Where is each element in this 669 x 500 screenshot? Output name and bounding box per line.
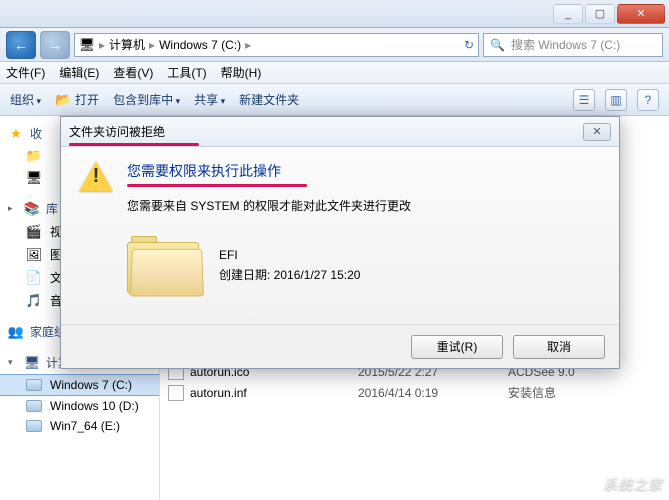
new-folder-button[interactable]: 新建文件夹	[239, 91, 299, 108]
breadcrumb-sep: ▸	[149, 38, 155, 52]
breadcrumb-computer[interactable]: 计算机	[109, 36, 145, 53]
menu-edit[interactable]: 编辑(E)	[59, 64, 99, 81]
expand-icon: ▾	[8, 357, 18, 368]
computer-icon: 🖥	[79, 37, 95, 53]
folder-name: EFI	[219, 245, 360, 265]
search-icon: 🔍	[490, 38, 505, 52]
folder-icon: 📁	[26, 148, 42, 164]
breadcrumb-drive[interactable]: Windows 7 (C:)	[159, 38, 241, 52]
open-button[interactable]: 📂打开	[55, 91, 99, 108]
cancel-button[interactable]: 取消	[513, 335, 605, 359]
retry-button[interactable]: 重试(R)	[411, 335, 503, 359]
refresh-button[interactable]: ↻	[464, 38, 474, 52]
menu-file[interactable]: 文件(F)	[6, 64, 45, 81]
address-bar[interactable]: 🖥 ▸ 计算机 ▸ Windows 7 (C:) ▸ ↻	[74, 33, 479, 57]
star-icon: ★	[8, 126, 24, 142]
warning-icon: !	[79, 161, 113, 195]
computer-icon: 🖥	[24, 355, 40, 371]
highlight-underline	[69, 143, 199, 146]
homegroup-icon: 👥	[8, 324, 24, 340]
back-button[interactable]: ←	[6, 31, 36, 59]
share-button[interactable]: 共享	[194, 91, 225, 108]
breadcrumb-sep: ▸	[245, 38, 251, 52]
menu-help[interactable]: 帮助(H)	[221, 64, 262, 81]
view-mode-button[interactable]: ☰	[573, 89, 595, 111]
desktop-icon: 🖥	[26, 170, 42, 186]
dialog-heading: 您需要权限来执行此操作	[127, 161, 411, 181]
dialog-message: 您需要来自 SYSTEM 的权限才能对此文件夹进行更改	[127, 197, 411, 214]
help-button[interactable]: ?	[637, 89, 659, 111]
forward-button[interactable]: →	[40, 31, 70, 59]
drive-icon	[26, 420, 42, 432]
open-icon: 📂	[55, 92, 71, 108]
video-icon: 🎬	[26, 224, 42, 240]
file-name: autorun.inf	[190, 386, 247, 400]
watermark: 系统之家	[603, 474, 663, 494]
maximize-button[interactable]: ▢	[585, 4, 615, 24]
sidebar-drive-e[interactable]: Win7_64 (E:)	[0, 416, 159, 436]
sidebar-drive-d[interactable]: Windows 10 (D:)	[0, 396, 159, 416]
access-denied-dialog: 文件夹访问被拒绝 ✕ ! 您需要权限来执行此操作 您需要来自 SYSTEM 的权…	[60, 116, 620, 369]
sidebar-drive-c[interactable]: Windows 7 (C:)	[0, 374, 159, 396]
folder-icon	[127, 234, 203, 296]
picture-icon: 🖼	[26, 247, 42, 263]
search-input[interactable]: 🔍 搜索 Windows 7 (C:)	[483, 33, 663, 57]
drive-icon	[26, 379, 42, 391]
organize-button[interactable]: 组织	[10, 91, 41, 108]
folder-date: 创建日期: 2016/1/27 15:20	[219, 265, 360, 285]
highlight-underline	[127, 184, 307, 187]
file-type: 安装信息	[508, 384, 556, 401]
file-icon	[168, 385, 184, 401]
toolbar: 组织 📂打开 包含到库中 共享 新建文件夹 ☰ ▥ ?	[0, 84, 669, 116]
search-placeholder: 搜索 Windows 7 (C:)	[511, 36, 620, 53]
menu-bar: 文件(F) 编辑(E) 查看(V) 工具(T) 帮助(H)	[0, 62, 669, 84]
expand-icon: ▸	[8, 203, 18, 214]
window-titlebar: _ ▢ ✕	[0, 0, 669, 28]
menu-view[interactable]: 查看(V)	[113, 64, 153, 81]
music-icon: 🎵	[26, 293, 42, 309]
minimize-button[interactable]: _	[553, 4, 583, 24]
library-icon: 📚	[24, 201, 40, 217]
preview-pane-button[interactable]: ▥	[605, 89, 627, 111]
drive-icon	[26, 400, 42, 412]
navigation-bar: ← → 🖥 ▸ 计算机 ▸ Windows 7 (C:) ▸ ↻ 🔍 搜索 Wi…	[0, 28, 669, 62]
dialog-close-button[interactable]: ✕	[583, 123, 611, 141]
file-row[interactable]: autorun.inf 2016/4/14 0:19 安装信息	[168, 382, 661, 403]
dialog-button-row: 重试(R) 取消	[61, 324, 619, 368]
document-icon: 📄	[26, 270, 42, 286]
file-date: 2016/4/14 0:19	[358, 386, 498, 400]
dialog-title: 文件夹访问被拒绝	[69, 123, 165, 140]
menu-tools[interactable]: 工具(T)	[167, 64, 206, 81]
breadcrumb-sep: ▸	[99, 38, 105, 52]
close-button[interactable]: ✕	[617, 4, 665, 24]
include-library-button[interactable]: 包含到库中	[113, 91, 180, 108]
dialog-body: ! 您需要权限来执行此操作 您需要来自 SYSTEM 的权限才能对此文件夹进行更…	[61, 147, 619, 324]
